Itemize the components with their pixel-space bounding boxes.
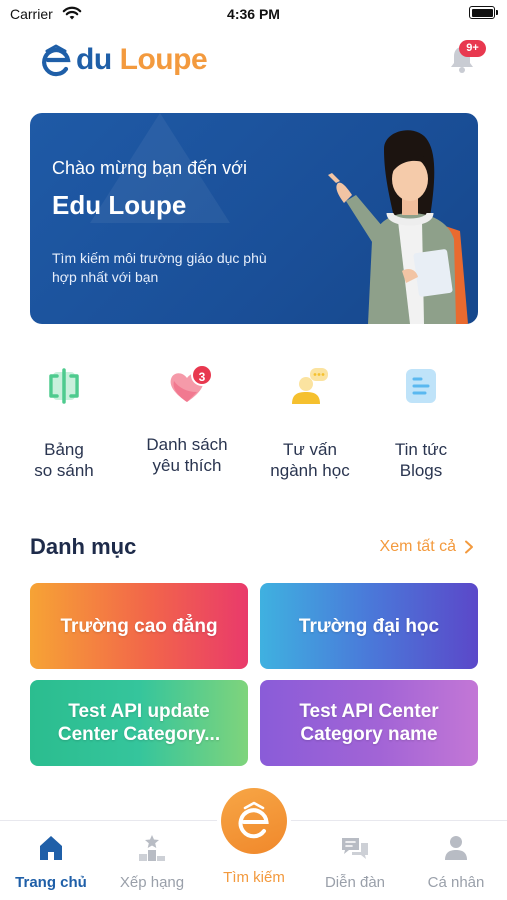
category-card-college[interactable]: Trường cao đẳng xyxy=(30,583,248,669)
chevron-right-icon xyxy=(465,540,473,554)
tab-label: Cá nhân xyxy=(427,874,485,891)
see-all-label: Xem tất cả xyxy=(379,538,456,555)
tab-label: Diễn đàn xyxy=(324,874,386,891)
quick-action-compare[interactable]: Bảng so sánh xyxy=(4,362,124,481)
ranking-icon xyxy=(139,835,165,861)
logo-e-icon xyxy=(42,44,71,77)
blog-icon xyxy=(406,369,436,403)
student-illustration xyxy=(328,130,468,324)
category-card-test-center[interactable]: Test API Center Category name xyxy=(260,680,478,766)
battery-icon xyxy=(469,6,498,19)
tab-home[interactable]: Trang chủ xyxy=(1,833,101,891)
welcome-banner[interactable]: Chào mừng bạn đến với Edu Loupe Tìm kiếm… xyxy=(30,113,478,324)
quick-action-label: Tư vấn ngành học xyxy=(270,440,350,480)
quick-action-label: Danh sách yêu thích xyxy=(146,435,228,475)
quick-action-favorites[interactable]: 3 Danh sách yêu thích xyxy=(127,362,247,476)
tab-forum[interactable]: Diễn đàn xyxy=(305,833,405,891)
advice-icon xyxy=(292,368,328,404)
quick-action-advice[interactable]: Tư vấn ngành học xyxy=(250,362,370,481)
logo-text-loupe: Loupe xyxy=(119,43,208,76)
banner-welcome: Chào mừng bạn đến với xyxy=(52,158,247,178)
categories-title: Danh mục xyxy=(30,534,137,559)
banner-subtitle: Tìm kiếm môi trường giáo dục phù hợp nhấ… xyxy=(52,250,267,285)
clock: 4:36 PM xyxy=(227,6,280,22)
category-card-university[interactable]: Trường đại học xyxy=(260,583,478,669)
quick-action-blogs[interactable]: Tin tức Blogs xyxy=(361,362,481,481)
tab-profile[interactable]: Cá nhân xyxy=(406,833,506,891)
search-logo-icon xyxy=(238,801,269,839)
banner-title: Edu Loupe xyxy=(52,190,187,220)
favorites-badge: 3 xyxy=(191,364,213,386)
heart-icon-wrap: 3 xyxy=(163,362,213,410)
tab-label: Tìm kiếm xyxy=(223,869,285,886)
forum-icon xyxy=(342,838,368,859)
logo-text-du: du xyxy=(76,43,112,76)
see-all-link[interactable]: Xem tất cả xyxy=(380,538,474,556)
tab-label: Trang chủ xyxy=(15,874,87,891)
status-bar: Carrier 4:36 PM xyxy=(0,0,507,28)
category-card-test-update[interactable]: Test API update Center Category... xyxy=(30,680,248,766)
compare-icon xyxy=(49,368,79,404)
tab-ranking[interactable]: Xếp hạng xyxy=(102,833,202,891)
profile-icon xyxy=(445,836,467,860)
app-logo: du Loupe xyxy=(38,40,208,80)
quick-action-label: Tin tức Blogs xyxy=(394,440,448,480)
quick-action-label: Bảng so sánh xyxy=(34,440,94,480)
notification-badge: 9+ xyxy=(459,40,486,57)
tab-label: Xếp hạng xyxy=(119,874,185,891)
home-icon xyxy=(40,836,62,860)
search-button-circle xyxy=(221,788,287,854)
search-center-button[interactable] xyxy=(217,784,291,858)
